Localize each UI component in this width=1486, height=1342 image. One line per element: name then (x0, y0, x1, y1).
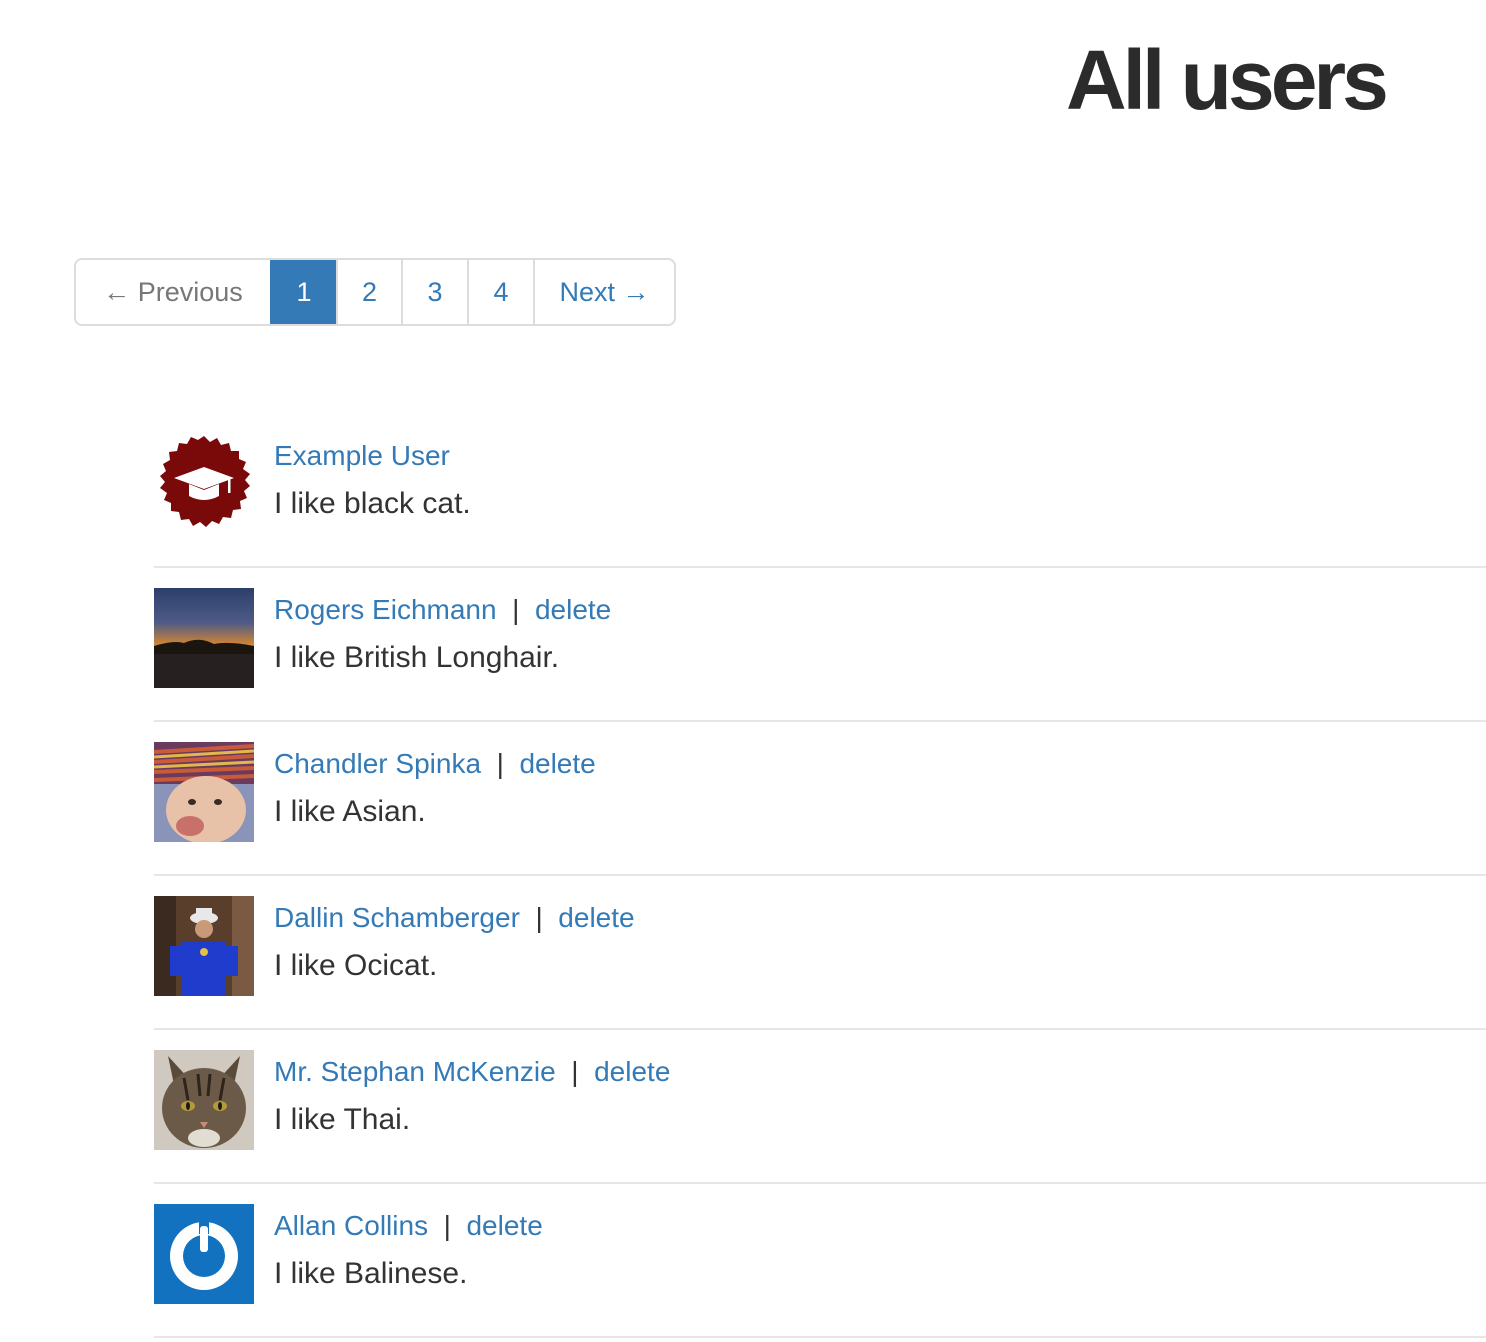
delete-link[interactable]: delete (594, 1056, 670, 1087)
delete-link[interactable]: delete (558, 902, 634, 933)
cat-photo-icon[interactable] (154, 1050, 254, 1150)
user-name-line: Rogers Eichmann | delete (274, 592, 611, 628)
pagination-next-button[interactable]: Next → (533, 260, 674, 324)
pagination: ← Previous 1 2 3 4 Next → (74, 258, 676, 326)
user-list-item: Example User I like black cat. (154, 414, 1486, 568)
user-name-line: Example User (274, 438, 450, 474)
baby-photo-icon[interactable] (154, 742, 254, 842)
pagination-page-3[interactable]: 3 (401, 260, 467, 324)
user-bio: I like British Longhair. (274, 641, 560, 674)
separator: | (563, 1056, 587, 1087)
user-list-item: Rogers Eichmann | delete I like British … (154, 568, 1486, 722)
user-list-item: Dallin Schamberger | delete I like Ocica… (154, 876, 1486, 1030)
separator: | (488, 748, 512, 779)
user-name-link[interactable]: Allan Collins (274, 1210, 428, 1241)
user-list-item: Chandler Spinka | delete I like Asian. (154, 722, 1486, 876)
page-title: All users (1066, 33, 1389, 127)
user-bio: I like Asian. (274, 795, 426, 828)
user-bio: I like Thai. (274, 1103, 411, 1136)
user-name-link[interactable]: Dallin Schamberger (274, 902, 520, 933)
user-bio: I like Ocicat. (274, 949, 438, 982)
pagination-page-2[interactable]: 2 (336, 260, 401, 324)
graduation-cap-seal-icon[interactable] (154, 434, 254, 534)
separator: | (504, 594, 528, 625)
separator: | (435, 1210, 459, 1241)
user-name-line: Chandler Spinka | delete (274, 746, 596, 782)
delete-link[interactable]: delete (519, 748, 595, 779)
user-name-link[interactable]: Rogers Eichmann (274, 594, 497, 625)
users-list: Example User I like black cat. Rogers Ei… (154, 414, 1486, 1338)
separator: | (527, 902, 551, 933)
user-name-line: Dallin Schamberger | delete (274, 900, 635, 936)
user-name-line: Mr. Stephan McKenzie | delete (274, 1054, 670, 1090)
power-logo-icon[interactable] (154, 1204, 254, 1304)
person-photo-icon[interactable] (154, 896, 254, 996)
user-name-link[interactable]: Chandler Spinka (274, 748, 481, 779)
pagination-previous-button[interactable]: ← Previous (76, 260, 270, 324)
user-bio: I like Balinese. (274, 1257, 468, 1290)
pagination-page-1[interactable]: 1 (270, 260, 336, 324)
pagination-page-4[interactable]: 4 (467, 260, 533, 324)
user-list-item: Allan Collins | delete I like Balinese. (154, 1184, 1486, 1338)
user-name-line: Allan Collins | delete (274, 1208, 543, 1244)
user-name-link[interactable]: Example User (274, 440, 450, 471)
user-bio: I like black cat. (274, 487, 471, 520)
user-list-item: Mr. Stephan McKenzie | delete I like Tha… (154, 1030, 1486, 1184)
delete-link[interactable]: delete (535, 594, 611, 625)
delete-link[interactable]: delete (466, 1210, 542, 1241)
user-name-link[interactable]: Mr. Stephan McKenzie (274, 1056, 556, 1087)
sunset-photo-icon[interactable] (154, 588, 254, 688)
